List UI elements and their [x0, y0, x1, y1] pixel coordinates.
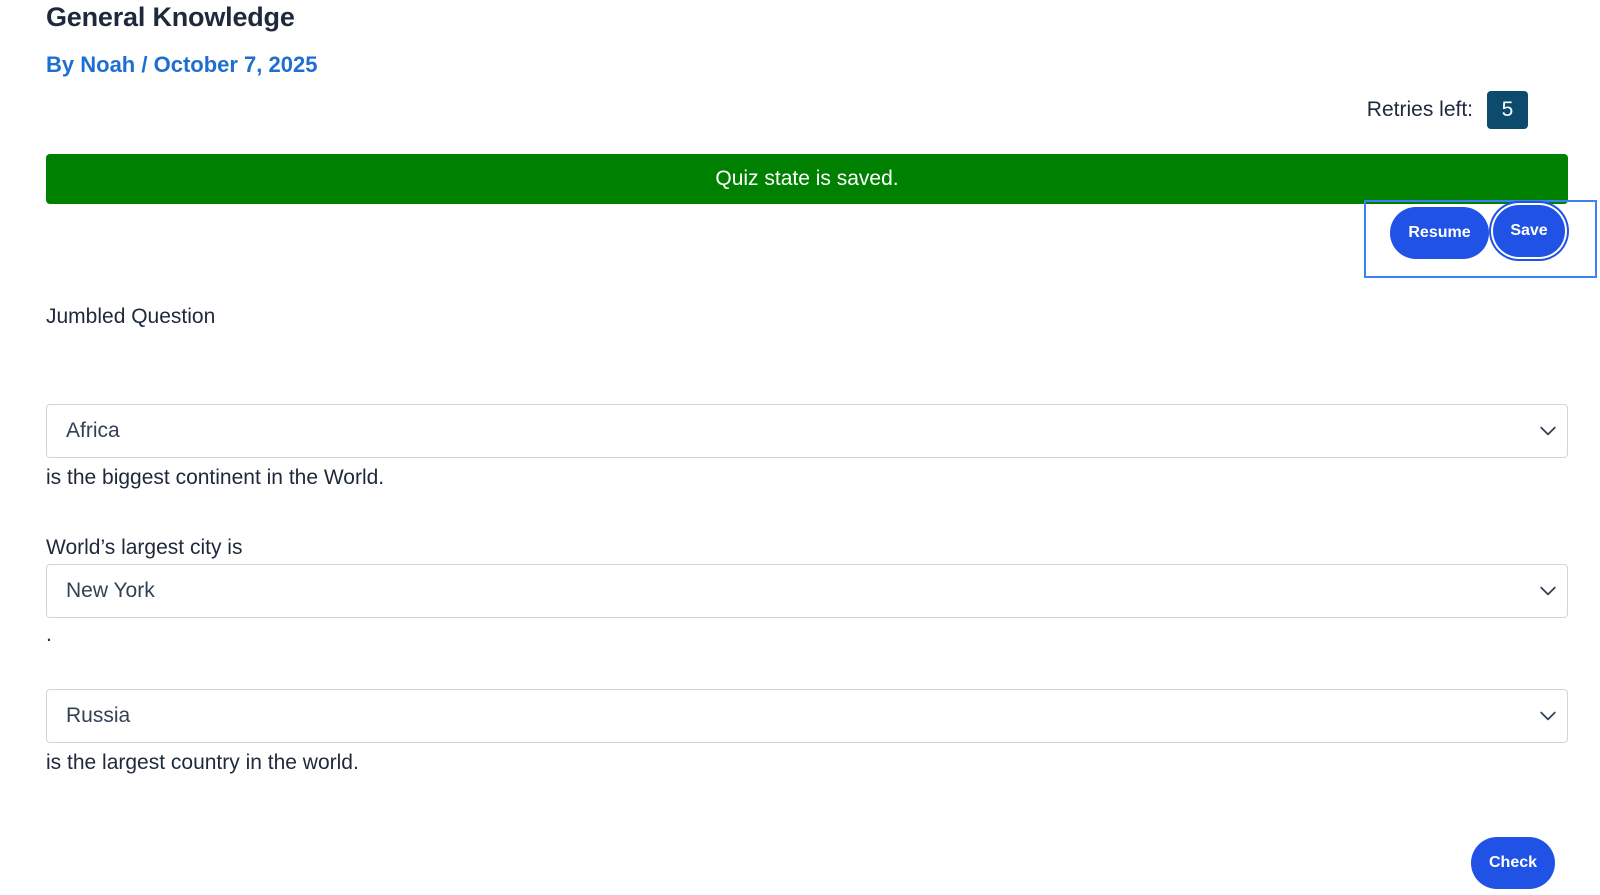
- statement-suffix-1: is the biggest continent in the World.: [46, 466, 385, 489]
- quiz-page: General Knowledge By Noah / October 7, 2…: [0, 0, 1600, 895]
- resume-button[interactable]: Resume: [1390, 207, 1489, 259]
- date-link[interactable]: October 7, 2025: [154, 52, 318, 77]
- byline-separator: /: [135, 52, 154, 77]
- statement-suffix-2: .: [46, 623, 52, 646]
- select-value: Russia: [66, 704, 131, 727]
- author-link[interactable]: Noah: [80, 52, 135, 77]
- quiz-state-actions: Resume Save: [1364, 200, 1597, 278]
- select-value: New York: [66, 579, 155, 602]
- answer-select-1[interactable]: Africa: [46, 404, 1568, 458]
- chevron-down-icon: [1540, 711, 1556, 721]
- statement-prefix-2: World’s largest city is: [46, 536, 243, 559]
- page-title: General Knowledge: [46, 2, 295, 32]
- question-label: Jumbled Question: [46, 305, 216, 328]
- status-message: Quiz state is saved.: [715, 167, 899, 190]
- answer-select-3[interactable]: Russia: [46, 689, 1568, 743]
- retries-count-badge: 5: [1487, 91, 1528, 129]
- select-value: Africa: [66, 419, 120, 442]
- chevron-down-icon: [1540, 586, 1556, 596]
- status-banner: Quiz state is saved.: [46, 154, 1568, 204]
- byline: By Noah / October 7, 2025: [46, 52, 317, 78]
- save-button[interactable]: Save: [1493, 205, 1565, 257]
- chevron-down-icon: [1540, 426, 1556, 436]
- retries-label: Retries left:: [1366, 98, 1473, 121]
- statement-suffix-3: is the largest country in the world.: [46, 751, 359, 774]
- retries-indicator: Retries left: 5: [1367, 91, 1528, 129]
- byline-prefix: By: [46, 52, 81, 77]
- answer-select-2[interactable]: New York: [46, 564, 1568, 618]
- check-button[interactable]: Check: [1471, 837, 1555, 889]
